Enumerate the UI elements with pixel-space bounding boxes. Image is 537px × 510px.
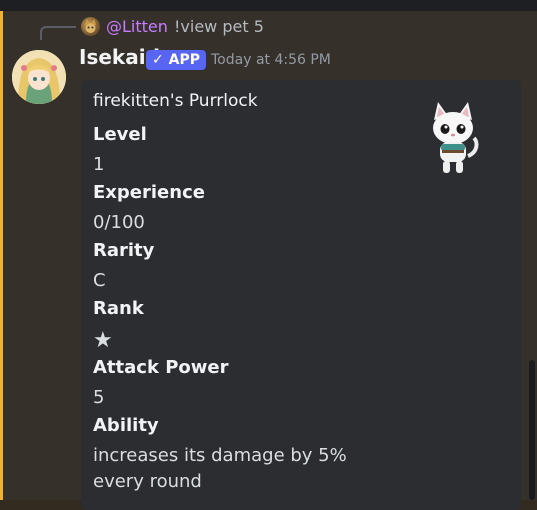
message-timestamp[interactable]: Today at 4:56 PM — [211, 52, 331, 68]
field-name-ability: Ability — [93, 415, 159, 436]
pet-thumbnail[interactable] — [424, 98, 482, 180]
author-avatar[interactable] — [12, 50, 66, 104]
scrollbar[interactable] — [529, 360, 535, 500]
field-name-level: Level — [93, 124, 147, 145]
pet-embed: firekitten's Purrlock Level 1 Experience… — [81, 80, 521, 510]
field-name-attack-power: Attack Power — [93, 357, 229, 378]
field-value-rarity: C — [93, 270, 106, 291]
field-value-level: 1 — [93, 154, 105, 175]
field-value-attack-power: 5 — [93, 387, 105, 408]
field-name-rank: Rank — [93, 298, 144, 319]
field-name-rarity: Rarity — [93, 240, 155, 261]
reply-command-text[interactable]: !view pet 5 — [174, 17, 264, 36]
top-bar — [0, 0, 537, 11]
field-value-experience: 0/100 — [93, 212, 145, 233]
reply-username[interactable]: @Litten — [106, 17, 168, 36]
field-value-ability: increases its damage by 5% every round — [93, 445, 347, 492]
field-value-rank: ★ — [93, 328, 113, 353]
app-badge: ✓ APP — [146, 50, 206, 70]
reply-avatar[interactable] — [81, 17, 100, 36]
field-name-experience: Experience — [93, 182, 205, 203]
embed-title: firekitten's Purrlock — [93, 91, 258, 111]
reply-connector — [40, 26, 76, 40]
mention-highlight-bar — [0, 11, 3, 500]
